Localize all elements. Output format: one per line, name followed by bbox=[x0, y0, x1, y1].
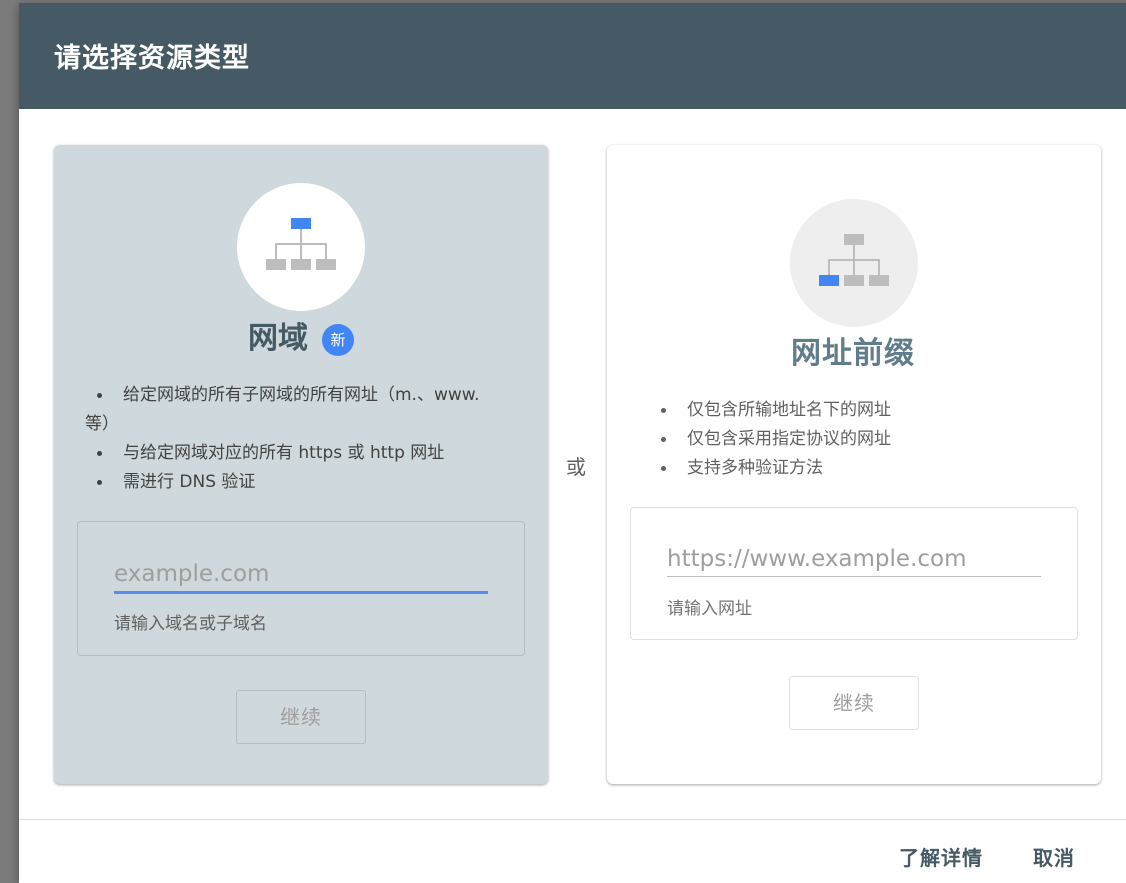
domain-feature-list: 给定网域的所有子网域的所有网址（m.、www. 等） 与给定网域对应的所有 ht… bbox=[85, 381, 485, 497]
url-prefix-input[interactable] bbox=[667, 542, 1041, 577]
dialog-title: 请选择资源类型 bbox=[54, 43, 250, 74]
url-prefix-card-heading: 网址前缀 bbox=[791, 336, 915, 371]
dialog-header: 请选择资源类型 bbox=[19, 3, 1126, 109]
resource-type-dialog: 请选择资源类型 网域 新 给定网域的所有子网域的所有网址（m.、www. 等） … bbox=[19, 3, 1126, 883]
or-separator: 或 bbox=[566, 455, 586, 479]
domain-feature-item: 给定网域的所有子网域的所有网址（m.、www. 等） bbox=[85, 381, 485, 439]
url-prefix-card[interactable]: 网址前缀 仅包含所输地址名下的网址 仅包含采用指定协议的网址 支持多种验证方法 … bbox=[607, 145, 1101, 784]
url-prefix-helper-text: 请输入网址 bbox=[667, 599, 752, 619]
domain-tree-icon bbox=[237, 183, 365, 311]
domain-input-box: 请输入域名或子域名 bbox=[77, 521, 525, 656]
new-badge: 新 bbox=[322, 324, 354, 356]
domain-continue-button[interactable]: 继续 bbox=[236, 690, 366, 744]
domain-card-heading: 网域 bbox=[248, 321, 308, 356]
cancel-button[interactable]: 取消 bbox=[1033, 843, 1075, 873]
url-prefix-feature-list: 仅包含所输地址名下的网址 仅包含采用指定协议的网址 支持多种验证方法 bbox=[649, 396, 1049, 483]
url-prefix-continue-button[interactable]: 继续 bbox=[789, 676, 919, 730]
domain-card[interactable]: 网域 新 给定网域的所有子网域的所有网址（m.、www. 等） 与给定网域对应的… bbox=[54, 145, 548, 784]
domain-helper-text: 请输入域名或子域名 bbox=[114, 614, 267, 634]
footer-divider bbox=[19, 819, 1126, 820]
url-prefix-feature-item: 支持多种验证方法 bbox=[649, 454, 1049, 483]
domain-input[interactable] bbox=[114, 557, 488, 594]
domain-feature-item: 需进行 DNS 验证 bbox=[85, 468, 485, 497]
url-prefix-tree-icon bbox=[790, 199, 918, 327]
url-prefix-feature-item: 仅包含采用指定协议的网址 bbox=[649, 425, 1049, 454]
domain-feature-item: 与给定网域对应的所有 https 或 http 网址 bbox=[85, 439, 485, 468]
url-prefix-input-box: 请输入网址 bbox=[630, 507, 1078, 640]
url-prefix-feature-item: 仅包含所输地址名下的网址 bbox=[649, 396, 1049, 425]
learn-more-button[interactable]: 了解详情 bbox=[899, 843, 983, 873]
